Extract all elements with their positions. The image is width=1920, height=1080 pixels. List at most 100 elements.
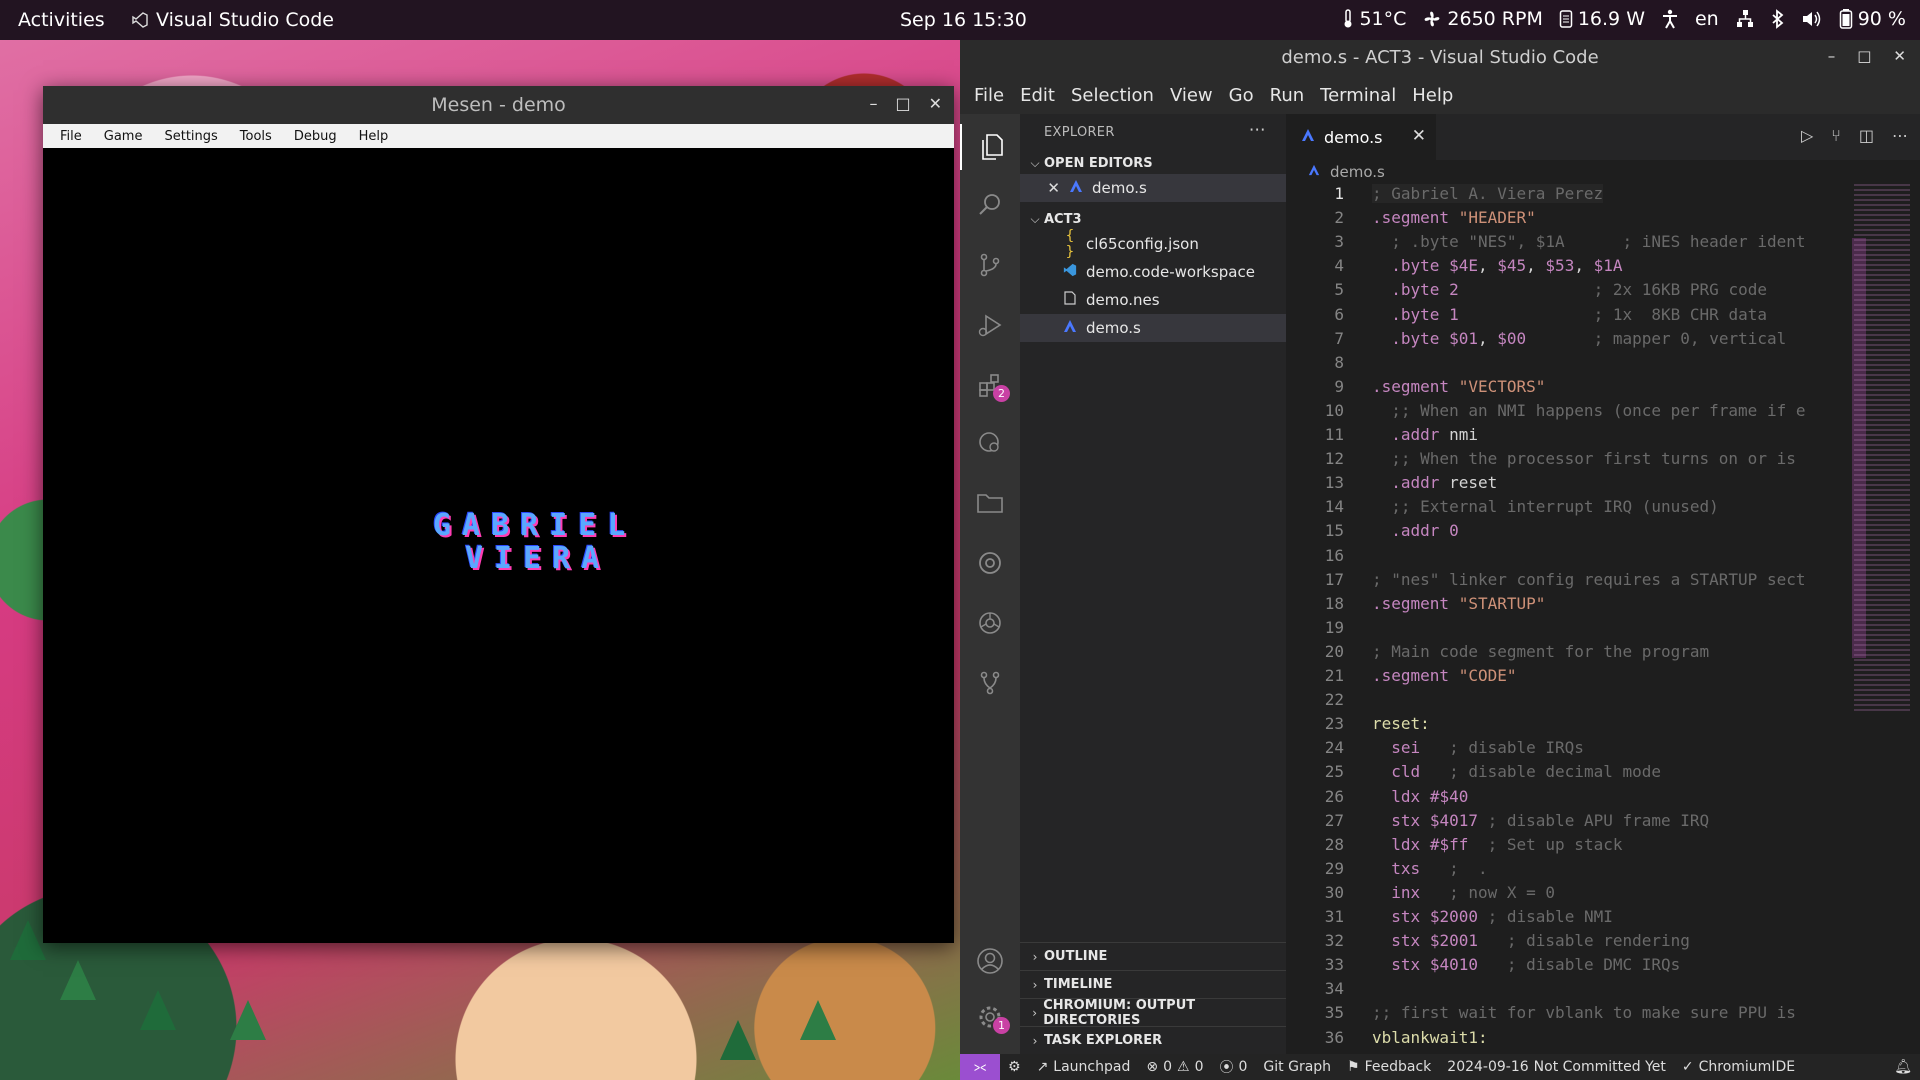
code-line[interactable]: ;; first wait for vblank to make sure PP… bbox=[1372, 1003, 1796, 1022]
more-actions-icon[interactable]: ⋯ bbox=[1892, 126, 1908, 145]
code-line[interactable]: .segment "CODE" bbox=[1372, 666, 1517, 685]
minimize-icon[interactable]: – bbox=[1828, 47, 1836, 65]
menu-go[interactable]: Go bbox=[1221, 85, 1262, 106]
activities-button[interactable]: Activities bbox=[18, 9, 105, 31]
git-graph-status[interactable]: Git Graph bbox=[1255, 1059, 1339, 1075]
extensions-icon[interactable]: 2 bbox=[960, 362, 1020, 408]
code-line[interactable]: sei ; disable IRQs bbox=[1372, 738, 1584, 757]
settings-gear-icon[interactable]: 1 bbox=[960, 994, 1020, 1040]
account-icon[interactable] bbox=[960, 938, 1020, 984]
source-control-icon[interactable] bbox=[960, 242, 1020, 288]
mesen-menu-file[interactable]: File bbox=[49, 129, 93, 144]
file-item[interactable]: demo.code-workspace bbox=[1020, 258, 1286, 286]
code-line[interactable]: reset: bbox=[1372, 714, 1430, 733]
menu-file[interactable]: File bbox=[966, 85, 1012, 106]
code-line[interactable]: inx ; now X = 0 bbox=[1372, 883, 1555, 902]
feedback-item[interactable]: ⚑ Feedback bbox=[1339, 1059, 1439, 1075]
close-editor-icon[interactable]: ✕ bbox=[1020, 179, 1060, 197]
code-line[interactable]: .byte 2 ; 2x 16KB PRG code bbox=[1372, 280, 1767, 299]
open-editors-section[interactable]: ⌵ OPEN EDITORS bbox=[1020, 152, 1286, 174]
code-line[interactable]: stx $4017 ; disable APU frame IRQ bbox=[1372, 811, 1709, 830]
code-editor[interactable]: 1 ; Gabriel A. Viera Perez 2 .segment "HEAD… bbox=[1286, 184, 1846, 1054]
code-line[interactable]: ; .byte "NES", $1A ; iNES header ident bbox=[1372, 232, 1805, 251]
mesen-titlebar[interactable]: Mesen - demo – □ ✕ bbox=[43, 86, 954, 124]
code-line[interactable]: .byte 1 ; 1x 8KB CHR data bbox=[1372, 305, 1767, 324]
folder-section[interactable]: ⌵ ACT3 bbox=[1020, 208, 1286, 230]
ports-item[interactable]: ⦿ 0 bbox=[1212, 1057, 1256, 1077]
file-item[interactable]: demo.s bbox=[1020, 314, 1286, 342]
system-status[interactable]: 51°C 2650 RPM 16.9 W en 90 % bbox=[1342, 8, 1906, 30]
code-line[interactable]: ldx #$ff ; Set up stack bbox=[1372, 835, 1622, 854]
git-compare-icon[interactable]: ⑂ bbox=[1831, 126, 1841, 145]
menu-run[interactable]: Run bbox=[1262, 85, 1313, 106]
notifications-icon[interactable]: 🔔︎ bbox=[1886, 1059, 1920, 1075]
code-line[interactable]: ldx #$40 bbox=[1372, 787, 1468, 806]
mesen-menu-tools[interactable]: Tools bbox=[229, 129, 283, 144]
remote-explorer-icon[interactable] bbox=[960, 420, 1020, 466]
code-line[interactable]: ; Gabriel A. Viera Perez bbox=[1372, 184, 1604, 203]
remote-indicator-icon[interactable]: ⪥ bbox=[960, 1054, 1000, 1080]
emulator-screen[interactable]: GABRIEL VIERA bbox=[43, 148, 954, 943]
git-graph-icon[interactable] bbox=[960, 660, 1020, 706]
outline-section[interactable]: › OUTLINE bbox=[1020, 942, 1286, 970]
folder-icon[interactable] bbox=[960, 480, 1020, 526]
code-line[interactable]: .addr nmi bbox=[1372, 425, 1478, 444]
language-indicator[interactable]: en bbox=[1695, 8, 1719, 30]
more-actions-icon[interactable]: ⋯ bbox=[1249, 120, 1266, 140]
code-line[interactable]: stx $4010 ; disable DMC IRQs bbox=[1372, 955, 1680, 974]
mesen-menu-debug[interactable]: Debug bbox=[283, 129, 348, 144]
open-editor-item[interactable]: ✕ demo.s bbox=[1020, 174, 1286, 202]
mesen-menu-game[interactable]: Game bbox=[93, 129, 154, 144]
close-tab-icon[interactable]: ✕ bbox=[1412, 126, 1426, 146]
file-item[interactable]: demo.nes bbox=[1020, 286, 1286, 314]
code-line[interactable]: ;; External interrupt IRQ (unused) bbox=[1372, 497, 1719, 516]
chromium-ide-item[interactable]: ✓ ChromiumIDE bbox=[1674, 1059, 1803, 1075]
clock[interactable]: Sep 16 15:30 bbox=[900, 9, 1027, 31]
code-line[interactable]: .segment "VECTORS" bbox=[1372, 377, 1545, 396]
file-item[interactable]: { } cl65config.json bbox=[1020, 228, 1286, 260]
minimap[interactable] bbox=[1854, 184, 1910, 714]
maximize-icon[interactable]: □ bbox=[1857, 47, 1871, 65]
problems-item[interactable]: ⊗ 0 ⚠ 0 bbox=[1138, 1059, 1211, 1075]
menu-selection[interactable]: Selection bbox=[1063, 85, 1162, 106]
code-line[interactable]: stx $2001 ; disable rendering bbox=[1372, 931, 1690, 950]
code-line[interactable]: .addr reset bbox=[1372, 473, 1497, 492]
menu-terminal[interactable]: Terminal bbox=[1312, 85, 1404, 106]
app-menu[interactable]: Visual Studio Code bbox=[132, 9, 334, 31]
close-icon[interactable]: ✕ bbox=[929, 94, 942, 113]
vscode-titlebar[interactable]: demo.s - ACT3 - Visual Studio Code – □ ✕ bbox=[960, 40, 1920, 76]
debug-status-icon[interactable]: ⚙ bbox=[1000, 1059, 1029, 1075]
code-line[interactable]: .byte $01, $00 ; mapper 0, vertical bbox=[1372, 329, 1786, 348]
tab-demo-s[interactable]: demo.s ✕ bbox=[1286, 114, 1436, 160]
code-line[interactable]: .byte $4E, $45, $53, $1A bbox=[1372, 256, 1622, 275]
code-line[interactable]: txs ; . bbox=[1372, 859, 1487, 878]
code-line[interactable]: vblankwait1: bbox=[1372, 1028, 1488, 1047]
code-line[interactable]: ; "nes" linker config requires a STARTUP… bbox=[1372, 570, 1805, 589]
mesen-menu-settings[interactable]: Settings bbox=[153, 129, 228, 144]
vscode-window[interactable]: demo.s - ACT3 - Visual Studio Code – □ ✕… bbox=[960, 40, 1920, 1080]
menu-edit[interactable]: Edit bbox=[1012, 85, 1063, 106]
chromium-icon[interactable] bbox=[960, 540, 1020, 586]
launchpad-item[interactable]: ↗ Launchpad bbox=[1029, 1059, 1139, 1075]
code-line[interactable]: ;; When the processor first turns on or … bbox=[1372, 449, 1796, 468]
split-editor-icon[interactable]: ◫ bbox=[1859, 126, 1874, 145]
run-debug-icon[interactable] bbox=[960, 302, 1020, 348]
close-icon[interactable]: ✕ bbox=[1893, 47, 1906, 65]
run-icon[interactable]: ▷ bbox=[1801, 126, 1813, 145]
menu-view[interactable]: View bbox=[1162, 85, 1221, 106]
minimize-icon[interactable]: – bbox=[869, 94, 877, 113]
timeline-section[interactable]: › TIMELINE bbox=[1020, 970, 1286, 998]
code-line[interactable]: .addr 0 bbox=[1372, 521, 1458, 540]
code-line[interactable]: stx $2000 ; disable NMI bbox=[1372, 907, 1613, 926]
mesen-window[interactable]: Mesen - demo – □ ✕ File Game Settings To… bbox=[43, 86, 954, 943]
code-line[interactable]: ; Main code segment for the program bbox=[1372, 642, 1709, 661]
explorer-icon[interactable] bbox=[960, 124, 1022, 170]
accessibility-icon[interactable] bbox=[1661, 9, 1679, 29]
chromium-output-section[interactable]: › CHROMIUM: OUTPUT DIRECTORIES bbox=[1020, 998, 1286, 1028]
maximize-icon[interactable]: □ bbox=[895, 94, 910, 113]
task-explorer-section[interactable]: › TASK EXPLORER bbox=[1020, 1026, 1286, 1054]
code-line[interactable]: cld ; disable decimal mode bbox=[1372, 762, 1661, 781]
code-line[interactable]: .segment "STARTUP" bbox=[1372, 594, 1545, 613]
code-line[interactable]: ;; When an NMI happens (once per frame i… bbox=[1372, 401, 1805, 420]
search-icon[interactable] bbox=[960, 182, 1020, 228]
